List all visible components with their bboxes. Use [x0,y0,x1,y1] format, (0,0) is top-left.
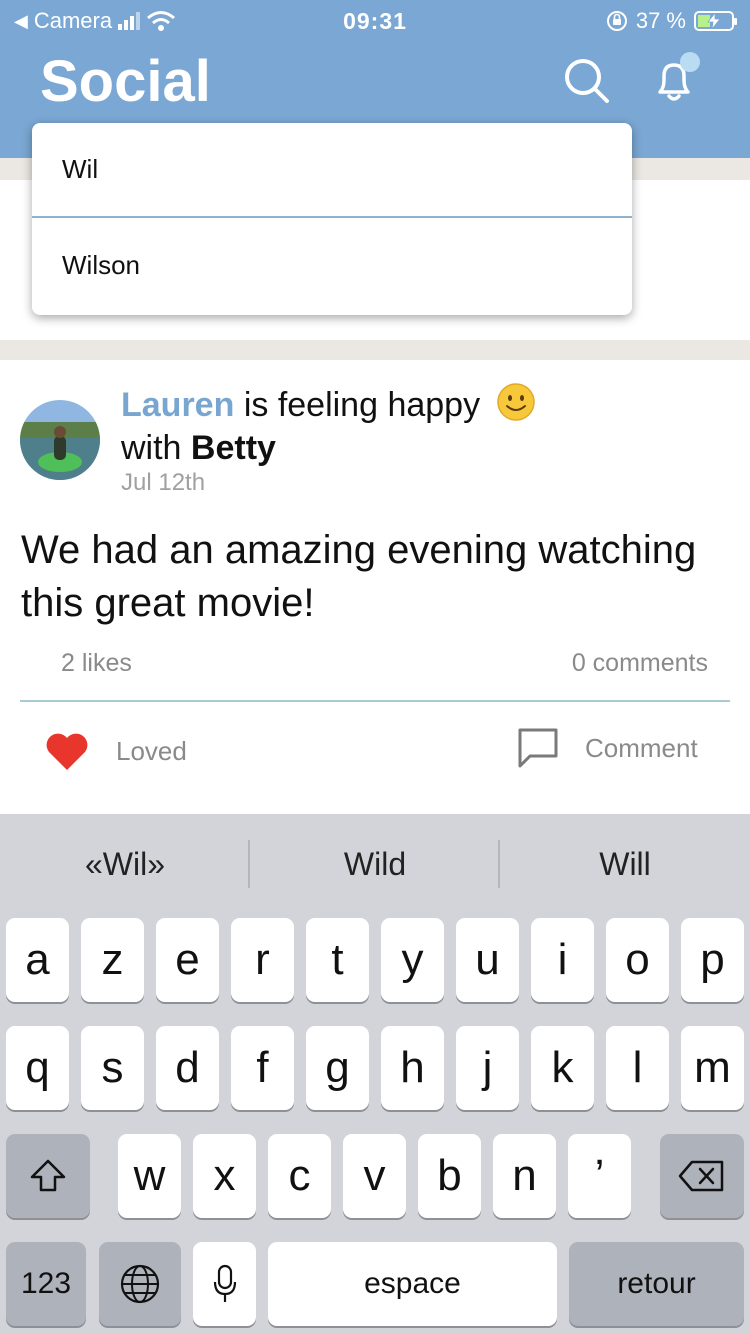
numbers-key[interactable]: 123 [6,1242,86,1326]
globe-key[interactable] [99,1242,181,1326]
loved-button[interactable]: Loved [44,730,187,772]
prediction-item[interactable]: Wild [250,814,500,914]
post-body: We had an amazing evening watching this … [21,528,697,625]
happy-emoji-icon [496,383,535,421]
search-icon[interactable] [562,56,610,104]
comment-bubble-icon [518,728,558,768]
status-right: 37 % [606,8,737,34]
key-h[interactable]: h [381,1026,444,1110]
status-bar: ◀ Camera 09:31 37 % [0,0,750,42]
backspace-key[interactable] [660,1134,744,1218]
key-m[interactable]: m [681,1026,744,1110]
orientation-lock-icon [606,11,627,31]
prediction-separator [498,840,500,888]
key-n[interactable]: n [493,1134,556,1218]
key-c[interactable]: c [268,1134,331,1218]
globe-icon [120,1264,160,1304]
key-z[interactable]: z [81,918,144,1002]
key-t[interactable]: t [306,918,369,1002]
charging-bolt-icon [707,13,721,29]
loved-label: Loved [116,735,187,766]
backspace-icon [678,1160,724,1192]
comments-count[interactable]: 0 comments [572,649,708,678]
prediction-item[interactable]: Will [500,814,750,914]
key-j[interactable]: j [456,1026,519,1110]
key-i[interactable]: i [531,918,594,1002]
prediction-item[interactable]: «Wil» [0,814,250,914]
key-p[interactable]: p [681,918,744,1002]
microphone-icon [213,1264,236,1302]
space-key[interactable]: espace [268,1242,557,1326]
key-apostrophe[interactable]: ’ [568,1134,631,1218]
shift-key[interactable] [6,1134,90,1218]
post-feeling: is feeling happy [243,386,481,424]
avatar[interactable] [20,400,100,480]
notification-dot [680,52,700,72]
post-date: Jul 12th [121,469,206,496]
post-divider [20,700,730,702]
dictation-key[interactable] [193,1242,256,1326]
key-e[interactable]: e [156,918,219,1002]
key-v[interactable]: v [343,1134,406,1218]
shift-arrow-icon [30,1159,66,1192]
feed-separator [0,340,750,360]
key-o[interactable]: o [606,918,669,1002]
key-w[interactable]: w [118,1134,181,1218]
post-header: Lauren is feeling happy with Betty [121,382,536,470]
likes-count[interactable]: 2 likes [61,649,132,678]
post-author[interactable]: Lauren [121,386,234,424]
key-s[interactable]: s [81,1026,144,1110]
post-header-line1: Lauren is feeling happy [121,382,536,427]
app-title: Social [40,49,211,114]
battery-icon [694,11,737,31]
post-header-line2: with Betty [121,427,536,470]
key-f[interactable]: f [231,1026,294,1110]
key-x[interactable]: x [193,1134,256,1218]
post-with: with [121,429,182,467]
avatar-photo [20,400,100,480]
keyboard: «Wil» Wild Will a z e r t y u i o p q s … [0,814,750,1334]
prediction-bar: «Wil» Wild Will [0,814,750,914]
key-k[interactable]: k [531,1026,594,1110]
comment-label: Comment [585,732,698,763]
key-b[interactable]: b [418,1134,481,1218]
key-r[interactable]: r [231,918,294,1002]
key-q[interactable]: q [6,1026,69,1110]
key-l[interactable]: l [606,1026,669,1110]
suggestion-item[interactable]: Wil [32,123,632,218]
prediction-separator [248,840,250,888]
key-u[interactable]: u [456,918,519,1002]
battery-percent: 37 % [635,8,686,33]
post-tagged-user[interactable]: Betty [191,429,276,467]
key-y[interactable]: y [381,918,444,1002]
key-a[interactable]: a [6,918,69,1002]
return-key[interactable]: retour [569,1242,744,1326]
key-g[interactable]: g [306,1026,369,1110]
suggestion-item[interactable]: Wilson [32,218,632,313]
heart-icon [46,733,88,770]
key-d[interactable]: d [156,1026,219,1110]
comment-button[interactable]: Comment [516,726,698,770]
mention-suggestions: Wil Wilson [32,123,632,315]
